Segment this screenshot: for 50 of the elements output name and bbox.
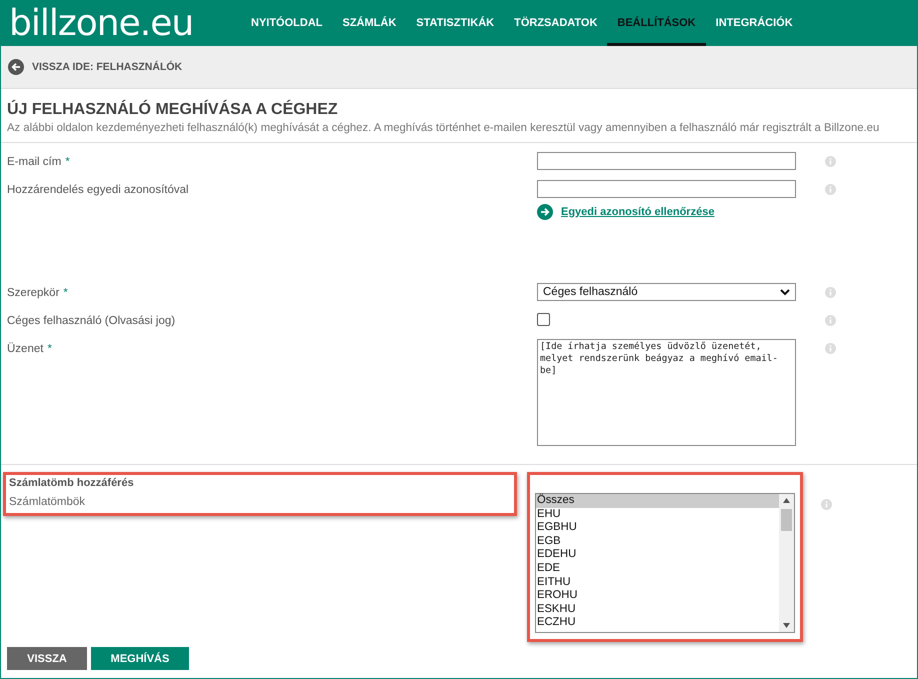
list-option[interactable]: EHU [536,508,779,522]
checkbox[interactable] [537,313,550,326]
required-mark: * [65,156,70,168]
info-icon[interactable] [821,499,832,510]
list-option[interactable]: EDE [536,562,779,576]
info-icon[interactable] [825,287,836,298]
field-label: Szerepkör [7,287,60,299]
verify-link[interactable]: Egyedi azonosító ellenőrzése [561,206,714,218]
list-option[interactable]: EITHU [536,576,779,590]
chevron-down-icon [780,288,790,296]
input-field[interactable] [537,152,796,170]
invite-button[interactable]: MEGHÍVÁS [91,647,189,670]
list-option[interactable]: ESKHU [536,602,779,616]
message-textarea[interactable]: [Ide írhatja személyes üdvözlő üzenetét, melyet rendszerünk beágyaz a meghívó email-be] [537,339,796,446]
nav-tab[interactable]: SZÁMLÁK [332,0,406,46]
required-mark: * [47,343,52,355]
logo[interactable]: billzone.eu [1,2,241,44]
nav-tab[interactable]: INTEGRÁCIÓK [706,0,803,46]
field-label: Céges felhasználó (Olvasási jog) [7,315,176,327]
field-label: Hozzárendelés egyedi azonosítóval [7,184,189,196]
scrollbar[interactable] [779,494,794,632]
info-icon[interactable] [825,156,836,167]
info-icon[interactable] [825,343,836,354]
info-icon[interactable] [825,315,836,326]
nav-tab[interactable]: STATISZTIKÁK [406,0,504,46]
list-option[interactable]: EDEHU [536,548,779,562]
nav-tab[interactable]: NYITÓOLDAL [241,0,332,46]
back-button[interactable]: VISSZA [7,647,87,670]
field-label: Üzenet [7,343,44,355]
list-option[interactable]: ECZHU [536,616,779,630]
section-heading: Számlatömb hozzáférés [9,477,135,489]
info-icon[interactable] [825,184,836,195]
listbox[interactable]: Összes EHU EGBHU EGB EDEHU EDE EITHU EROHU ESKHU ECZHU [535,493,795,633]
scroll-down-icon[interactable] [783,623,790,628]
list-option[interactable]: Összes [536,494,779,508]
back-link[interactable]: VISSZA IDE: FELHASZNÁLÓK [32,61,182,73]
list-option[interactable]: EROHU [536,589,779,603]
description-text: Az alábbi oldalon kezdeményezheti felhasználó(k) meghívását a céghez. A meghívás történhet e-mailen keresztül vagy amennyiben a felhasználó már regisztrált a Billzone.eu [7,122,880,134]
field-label: Számlatömbök [9,496,86,508]
input-field[interactable] [537,180,796,198]
role-dropdown[interactable]: Céges felhasználó [537,283,796,301]
page-title: ÚJ FELHASZNÁLÓ MEGHÍVÁSA A CÉGHEZ [7,101,339,119]
list-option[interactable]: EGBHU [536,521,779,535]
field-label: E-mail cím [7,156,62,168]
arrow-right-icon[interactable] [537,204,553,220]
scrollbar-thumb[interactable] [781,509,792,531]
required-mark: * [63,287,68,299]
scroll-up-icon[interactable] [783,498,790,503]
nav-tab[interactable]: TÖRZSADATOK [504,0,608,46]
list-option[interactable]: EGB [536,534,779,548]
